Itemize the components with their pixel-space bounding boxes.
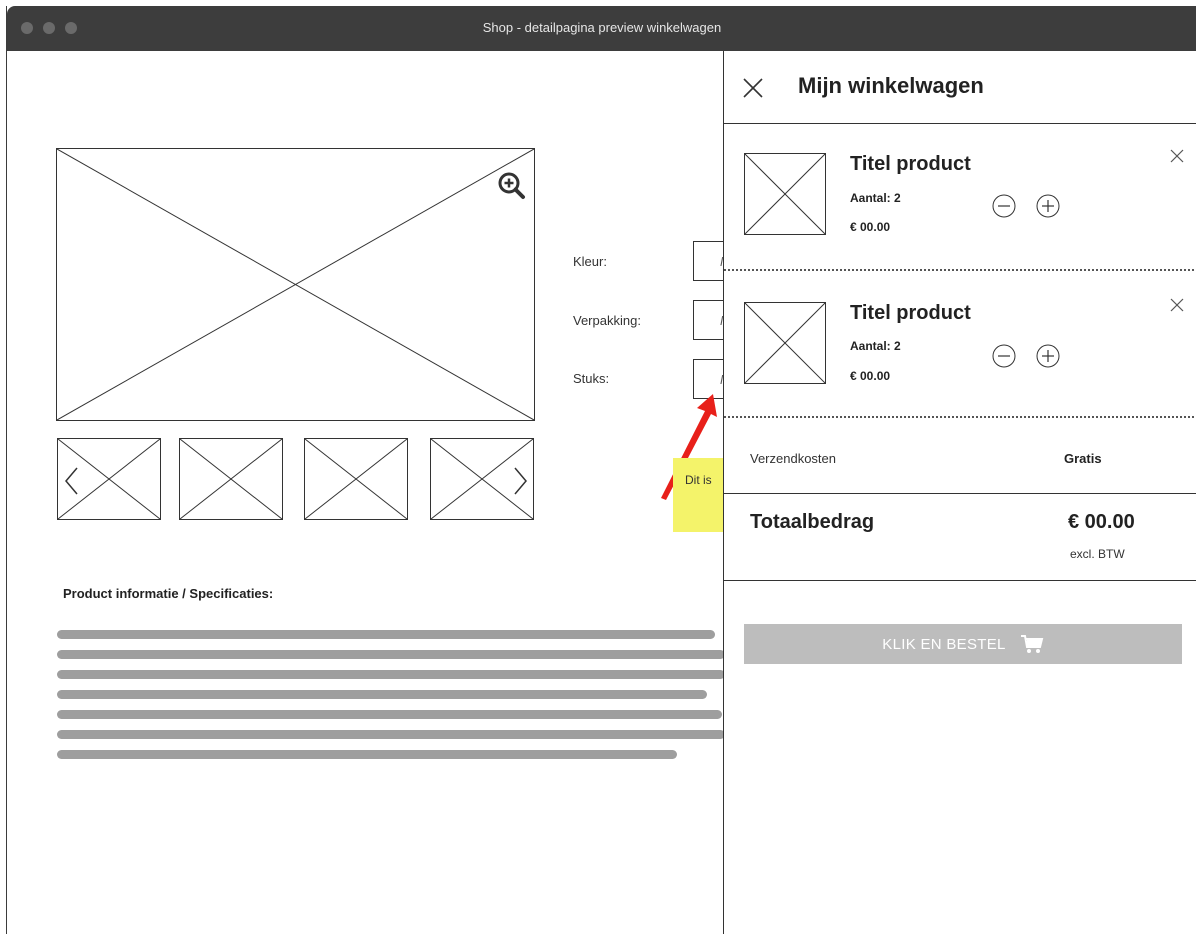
- cart-item-price: € 00.00: [850, 369, 891, 383]
- divider: [724, 123, 1196, 124]
- text-placeholder-line: [57, 710, 722, 719]
- cart-item-title: Titel product: [850, 153, 971, 175]
- divider: [724, 580, 1196, 581]
- order-button[interactable]: KLIK EN BESTEL: [744, 624, 1182, 664]
- window-title: Shop - detailpagina preview winkelwagen: [482, 20, 722, 35]
- close-icon[interactable]: [742, 77, 764, 99]
- thumbnail-3[interactable]: [304, 438, 408, 520]
- cart-item-price: € 00.00: [850, 220, 891, 234]
- text-placeholder-line: [57, 650, 725, 659]
- cart-drawer: Mijn winkelwagen Titel product Aantal: 2…: [723, 51, 1196, 934]
- item-divider: [724, 269, 1196, 271]
- divider: [724, 493, 1196, 494]
- chevron-left-icon[interactable]: [63, 466, 79, 496]
- title-bar: Shop - detailpagina preview winkelwagen: [7, 6, 1196, 51]
- chevron-right-icon[interactable]: [513, 466, 529, 496]
- cart-title: Mijn winkelwagen: [798, 73, 984, 98]
- total-value: € 00.00: [1068, 511, 1135, 533]
- text-placeholder-line: [57, 630, 715, 639]
- cart-item-title: Titel product: [850, 302, 971, 324]
- cart-icon: [1020, 635, 1043, 653]
- option-label-color: Kleur:: [573, 254, 607, 269]
- item-divider: [724, 416, 1196, 418]
- text-placeholder-line: [57, 730, 725, 739]
- cart-item-qty: Aantal: 2: [850, 191, 901, 205]
- text-placeholder-line: [57, 670, 725, 679]
- shipping-value: Gratis: [1064, 451, 1102, 466]
- plus-circle-icon[interactable]: [1036, 194, 1060, 218]
- remove-item-icon[interactable]: [1170, 149, 1184, 163]
- cart-item-qty: Aantal: 2: [850, 339, 901, 353]
- cart-item-image: [744, 153, 826, 235]
- cart-item-image: [744, 302, 826, 384]
- option-label-pieces: Stuks:: [573, 371, 610, 386]
- shipping-label: Verzendkosten: [750, 451, 837, 466]
- text-placeholder-line: [57, 750, 677, 759]
- minus-circle-icon[interactable]: [992, 194, 1016, 218]
- app-window: Shop - detailpagina preview winkelwagen: [6, 6, 1196, 934]
- vat-note: excl. BTW: [1070, 547, 1125, 561]
- text-placeholder-line: [57, 690, 707, 699]
- minus-circle-icon[interactable]: [992, 344, 1016, 368]
- option-label-packaging: Verpakking:: [573, 313, 641, 328]
- thumbnail-2[interactable]: [179, 438, 283, 520]
- zoom-in-icon[interactable]: [497, 171, 527, 201]
- main-product-image[interactable]: [56, 148, 535, 421]
- plus-circle-icon[interactable]: [1036, 344, 1060, 368]
- total-label: Totaalbedrag: [750, 511, 875, 533]
- spec-title: Product informatie / Specificaties:: [63, 586, 274, 601]
- remove-item-icon[interactable]: [1170, 298, 1184, 312]
